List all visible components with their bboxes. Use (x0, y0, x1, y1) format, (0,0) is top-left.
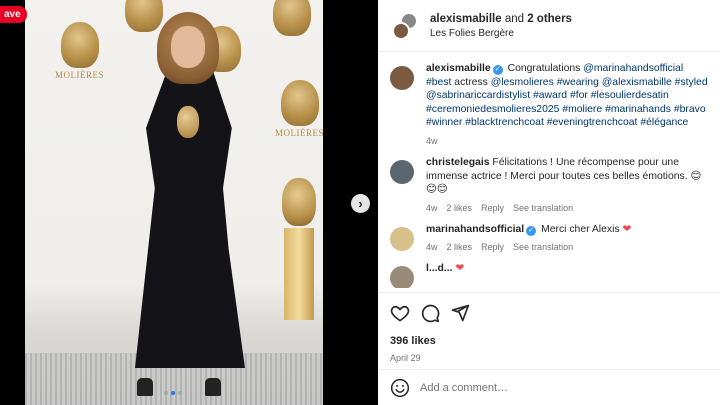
likes-count[interactable]: 396 likes (390, 335, 708, 347)
avatar-stack[interactable] (392, 11, 420, 40)
bust-icon (60, 22, 99, 68)
caption-tag-link[interactable]: #ceremoniedesmolieres2025 (426, 104, 559, 115)
comment-username[interactable]: marinahandsofficial (426, 224, 524, 235)
post-media: MOLIÈRES MOLIÈRES ave › (0, 0, 378, 405)
carousel-dot (178, 391, 182, 395)
share-icon[interactable] (450, 303, 470, 323)
partial-comment: l...d... ❤ (378, 262, 720, 288)
bust-icon (273, 0, 311, 36)
caption-tag-link[interactable]: #moliere (562, 104, 602, 115)
action-icons (390, 301, 708, 325)
woman-figure (117, 6, 267, 401)
caption-tag-link[interactable]: #bravo (674, 104, 706, 115)
logo-text: MOLIÈRES (275, 128, 323, 138)
header-username[interactable]: alexismabille (430, 13, 502, 25)
comment-icon[interactable] (420, 303, 440, 323)
comment-time[interactable]: 4w (426, 242, 438, 252)
comment: christelegais Félicitations ! Une récomp… (378, 156, 720, 213)
caption-text: Congratulations (507, 63, 584, 74)
backdrop-logo: MOLIÈRES (55, 22, 104, 80)
header-text: alexismabille and 2 others Les Folies Be… (430, 13, 572, 39)
heart-emoji-icon: ❤ (455, 263, 465, 275)
header-joiner: and (504, 12, 524, 25)
trophy-statue (279, 178, 319, 328)
carousel-dot-active (171, 391, 175, 395)
reply-button[interactable]: Reply (481, 242, 504, 252)
see-translation-button[interactable]: See translation (513, 203, 573, 213)
reply-button[interactable]: Reply (481, 203, 504, 213)
avatar[interactable] (390, 226, 414, 251)
verified-badge-icon: ✓ (526, 225, 537, 236)
caption-tag-link[interactable]: #for (570, 90, 588, 101)
backdrop-logo: MOLIÈRES (275, 80, 323, 138)
comment-username[interactable]: christelegais (426, 157, 490, 168)
comment-meta: 4w (426, 136, 708, 146)
comment-likes[interactable]: 2 likes (447, 203, 473, 213)
comment-time[interactable]: 4w (426, 203, 438, 213)
chevron-right-icon: › (358, 196, 363, 211)
caption-tag-link[interactable]: #marinahands (605, 104, 671, 115)
caption-tag-link[interactable]: @lesmolieres (491, 77, 554, 88)
smiley-icon[interactable] (390, 378, 410, 398)
avatar[interactable] (390, 159, 414, 184)
comment-likes[interactable]: 2 likes (447, 242, 473, 252)
caption-comment: alexismabille ✓ Congratulations @marinaha… (378, 62, 720, 146)
caption-text: actress (451, 76, 491, 88)
pinterest-save-button[interactable]: ave (0, 6, 27, 23)
bust-icon (280, 80, 319, 126)
avatar[interactable] (390, 266, 414, 288)
caption-tag-link[interactable]: #wearing (557, 77, 599, 88)
heart-icon[interactable] (390, 303, 410, 323)
location-link[interactable]: Les Folies Bergère (430, 28, 572, 39)
add-comment-input[interactable] (420, 381, 700, 394)
see-translation-button[interactable]: See translation (513, 242, 573, 252)
post-header: alexismabille and 2 others Les Folies Be… (378, 0, 720, 52)
post-date[interactable]: April 29 (390, 353, 708, 363)
comment: marinahandsofficial ✓ Merci cher Alexis ❤… (378, 223, 720, 252)
backdrop-logo (273, 0, 311, 36)
comment-meta: 4w 2 likes Reply See translation (426, 242, 631, 252)
caption-tag-link[interactable]: #styled (675, 77, 708, 88)
caption-tag-link[interactable]: @sabrinariccardistylist (426, 90, 530, 101)
shoe-left (137, 378, 153, 396)
comment-username[interactable]: l...d... (426, 263, 453, 274)
add-comment-bar (378, 369, 720, 405)
caption-tag-link[interactable]: @marinahandsofficial (583, 63, 683, 74)
heart-emoji-icon: ❤ (622, 223, 632, 235)
caption-tag-link[interactable]: #blacktrenchcoat (465, 117, 544, 128)
carousel-dots (164, 391, 182, 395)
caption-tag-link[interactable]: #best (426, 77, 451, 88)
logo-text: MOLIÈRES (55, 70, 104, 80)
shoe-right (205, 378, 221, 396)
comments-list: alexismabille ✓ Congratulations @marinaha… (378, 62, 720, 288)
next-slide-button[interactable]: › (351, 194, 370, 213)
carousel-dot (164, 391, 168, 395)
caption-tag-link[interactable]: #lesoulierdesatin (591, 90, 669, 101)
caption-tag-link[interactable]: #winner (426, 117, 462, 128)
instagram-post-modal: MOLIÈRES MOLIÈRES ave › alexismabille an… (0, 0, 720, 405)
caption-tag-link[interactable]: #award (533, 90, 567, 101)
avatar (392, 21, 410, 40)
avatar[interactable] (390, 66, 414, 90)
post-side-panel: alexismabille and 2 others Les Folies Be… (378, 0, 720, 405)
comment-time[interactable]: 4w (426, 136, 438, 146)
caption-tag-link[interactable]: #élégance (640, 117, 688, 128)
comment-meta: 4w 2 likes Reply See translation (426, 203, 708, 213)
comment-username[interactable]: alexismabille (426, 63, 491, 74)
post-photo: MOLIÈRES MOLIÈRES (25, 0, 323, 405)
post-actions: 396 likes April 29 (378, 292, 720, 363)
caption-tag-link[interactable]: #eveningtrenchcoat (547, 117, 638, 128)
header-others[interactable]: 2 others (527, 13, 572, 25)
comment-text: Merci cher Alexis (541, 223, 620, 235)
face (171, 26, 205, 68)
award-trophy (177, 106, 199, 138)
caption-tag-link[interactable]: @alexismabille (602, 77, 672, 88)
verified-badge-icon: ✓ (492, 65, 503, 75)
